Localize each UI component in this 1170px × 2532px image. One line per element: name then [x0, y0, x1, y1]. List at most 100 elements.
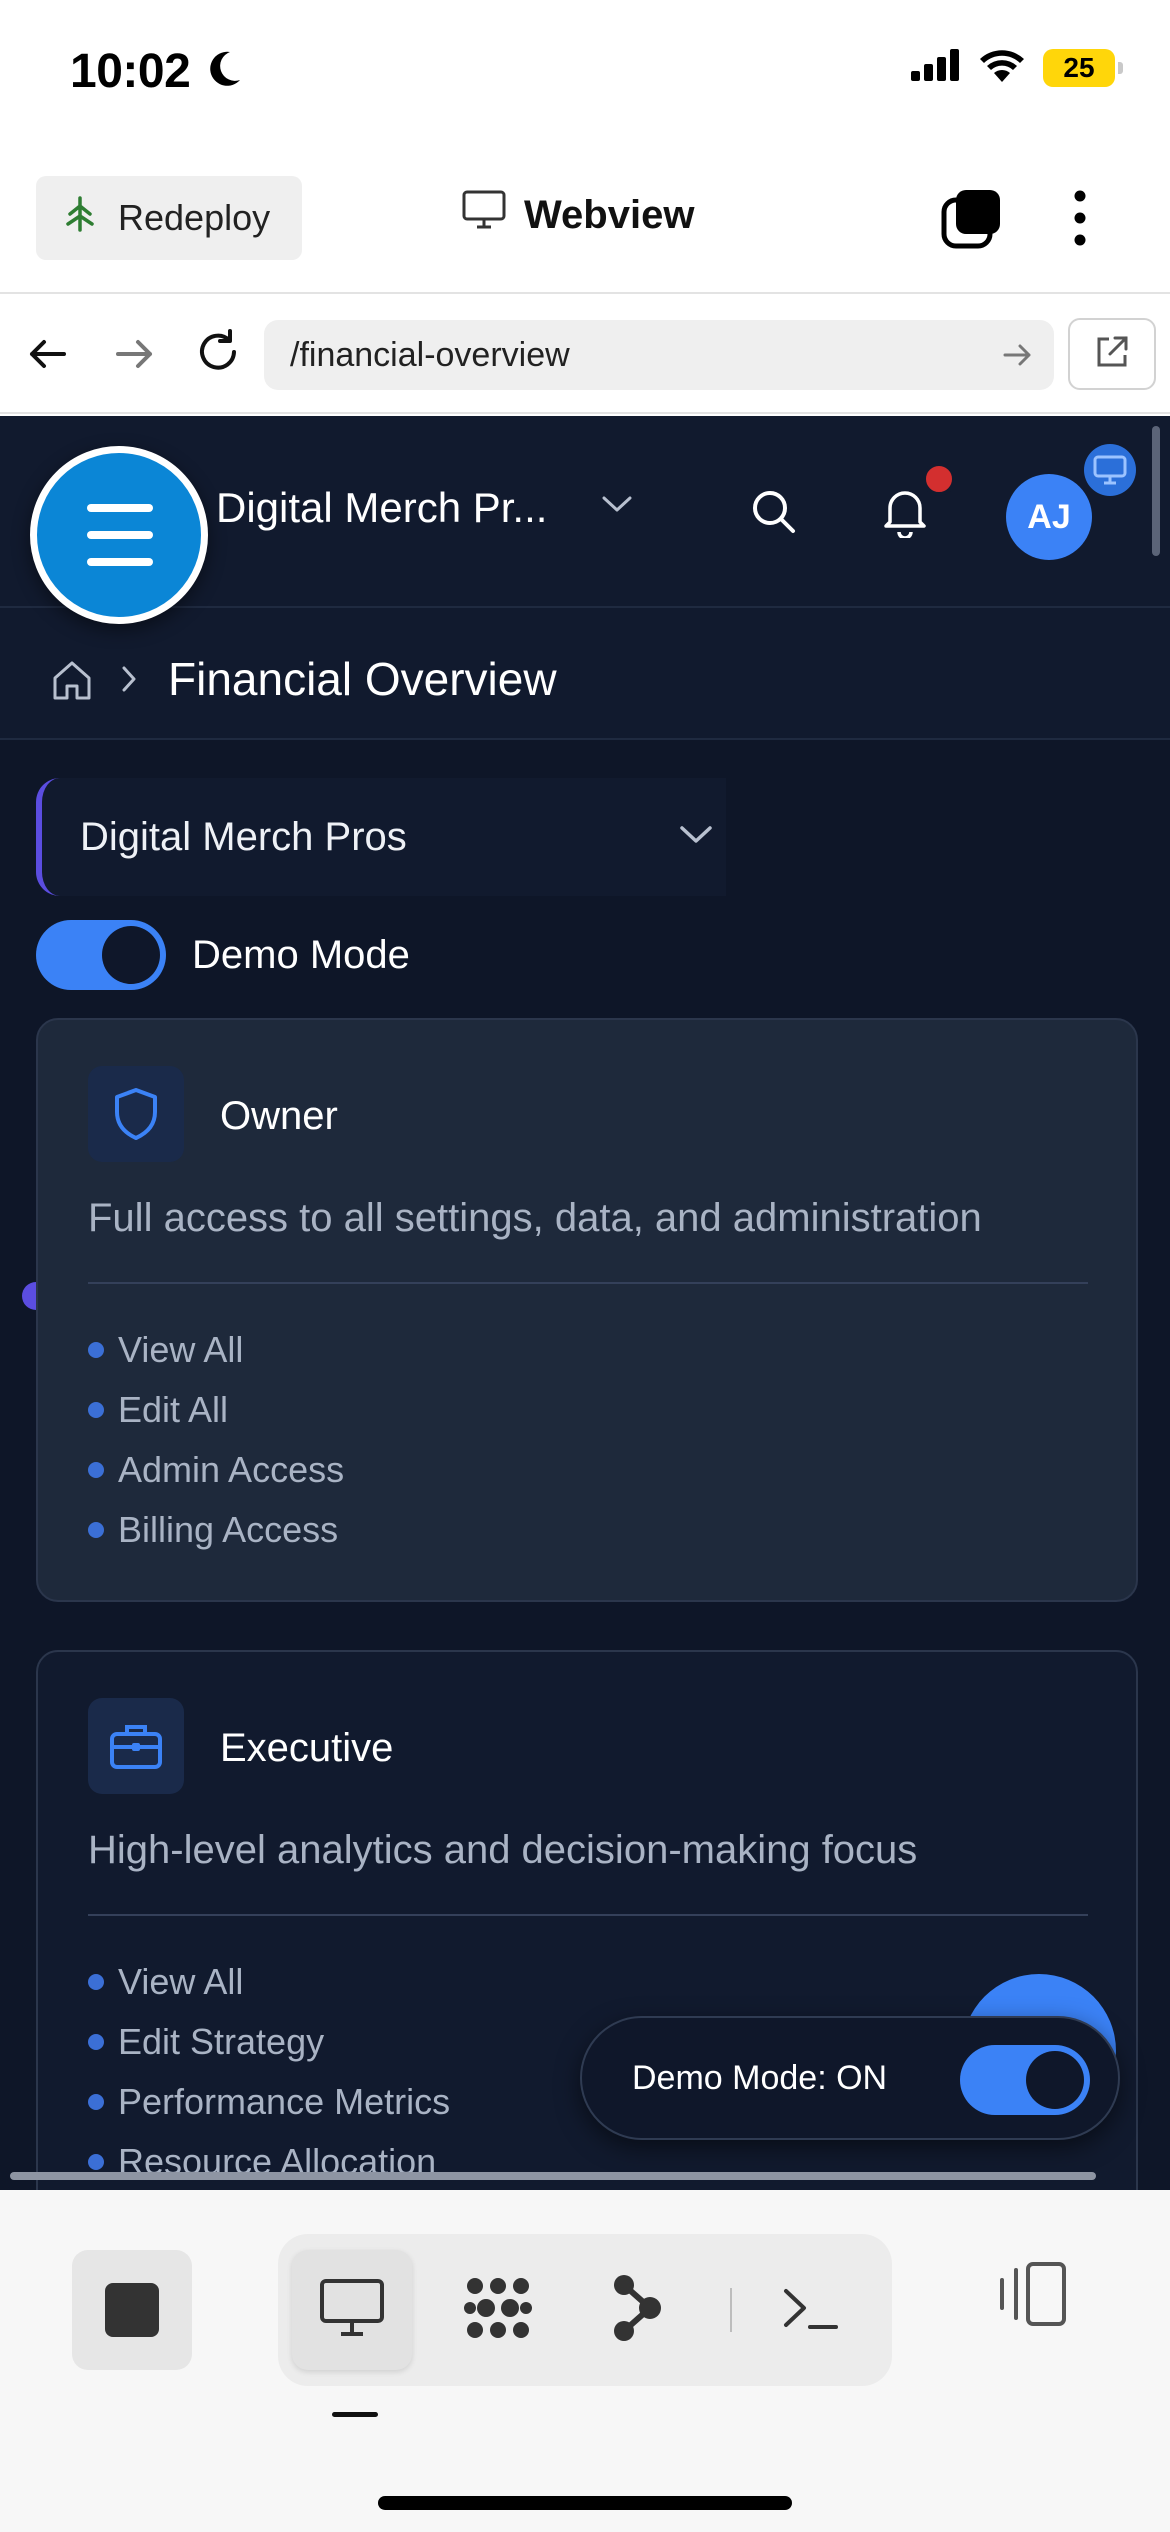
divider — [88, 1914, 1088, 1916]
bullet — [88, 2034, 104, 2050]
bottom-dock — [0, 2190, 1170, 2532]
divider — [88, 1282, 1088, 1284]
demo-mode-pill-toggle[interactable] — [960, 2045, 1090, 2115]
monitor-icon — [319, 2278, 385, 2343]
redeploy-label: Redeploy — [118, 197, 271, 238]
agents-tab[interactable] — [438, 2250, 558, 2370]
page-title: Financial Overview — [168, 653, 557, 705]
chevron-down-icon[interactable] — [676, 820, 716, 853]
permission-label: Edit All — [118, 1389, 229, 1430]
demo-mode-label: Demo Mode — [192, 932, 410, 977]
permission-label: View All — [118, 1329, 244, 1370]
menu-button[interactable] — [30, 446, 208, 624]
tree-icon — [64, 195, 96, 241]
back-arrow-icon[interactable] — [24, 330, 72, 383]
go-arrow-icon[interactable] — [1000, 338, 1034, 381]
signal-icon — [911, 49, 961, 86]
wifi-icon — [979, 48, 1025, 87]
forward-arrow-icon[interactable] — [110, 330, 158, 383]
demo-mode-row: Demo Mode — [36, 920, 410, 990]
bullet — [88, 2154, 104, 2170]
demo-mode-toggle[interactable] — [36, 920, 166, 990]
status-indicators: 25 — [911, 48, 1123, 87]
terminal-icon — [780, 2283, 840, 2338]
moon-icon — [208, 50, 242, 93]
webview-tab[interactable] — [292, 2250, 412, 2370]
branch-tab[interactable] — [578, 2250, 698, 2370]
notification-badge — [922, 462, 956, 496]
permission-label: Admin Access — [118, 1449, 345, 1490]
url-bar: /financial-overview — [0, 296, 1170, 414]
chevron-right-icon — [118, 664, 140, 699]
shield-icon — [88, 1066, 184, 1162]
webview-title-text: Webview — [524, 192, 695, 237]
breadcrumb: Financial Overview — [0, 608, 1170, 740]
avatar[interactable]: AJ — [1006, 474, 1092, 560]
webview-content: Digital Merch Pr... AJ Financial Overvie… — [0, 416, 1170, 2190]
list-item: Edit All — [88, 1380, 344, 1440]
permission-label: Edit Strategy — [118, 2021, 325, 2062]
external-link-icon — [1093, 333, 1131, 376]
home-indicator — [378, 2496, 792, 2510]
reload-icon[interactable] — [192, 326, 244, 383]
tabs-icon[interactable] — [940, 186, 1004, 255]
terminal-tab[interactable] — [750, 2250, 870, 2370]
more-options-icon[interactable] — [1068, 186, 1092, 255]
bullet — [88, 1522, 104, 1538]
url-text: /financial-overview — [290, 335, 570, 374]
stop-button[interactable] — [72, 2250, 192, 2370]
role-card-owner[interactable]: Owner Full access to all settings, data,… — [36, 1018, 1138, 1602]
role-description: High-level analytics and decision-making… — [88, 1828, 918, 1872]
search-icon[interactable] — [748, 486, 800, 543]
bullet — [88, 1462, 104, 1478]
toggle-knob — [102, 926, 160, 984]
toggle-knob — [1026, 2051, 1084, 2109]
bullet — [88, 1974, 104, 1990]
monitor-icon — [462, 190, 506, 240]
bullet — [88, 1402, 104, 1418]
notification-bell-icon[interactable] — [880, 484, 930, 543]
demo-mode-pill-label: Demo Mode: ON — [632, 2058, 888, 2097]
app-header: Redeploy Webview — [0, 150, 1170, 294]
briefcase-icon — [88, 1698, 184, 1794]
permission-label: Performance Metrics — [118, 2081, 451, 2122]
permission-list: View All Edit All Admin Access Billing A… — [88, 1320, 344, 1560]
status-bar: 10:02 25 — [0, 0, 1170, 150]
list-item: Billing Access — [88, 1500, 344, 1560]
bullet — [88, 1342, 104, 1358]
home-icon[interactable] — [50, 658, 94, 707]
divider — [730, 2288, 732, 2332]
chevron-down-icon[interactable] — [600, 492, 634, 521]
role-title: Owner — [220, 1094, 338, 1138]
list-item: Admin Access — [88, 1440, 344, 1500]
horizontal-scrollbar[interactable] — [10, 2172, 1096, 2180]
open-external-button[interactable] — [1068, 318, 1156, 390]
bullet — [88, 2094, 104, 2110]
redeploy-button[interactable]: Redeploy — [36, 176, 302, 260]
organization-select-value: Digital Merch Pros — [80, 814, 407, 859]
list-item: View All — [88, 1320, 344, 1380]
view-switcher — [278, 2234, 892, 2386]
stop-icon — [105, 2283, 159, 2337]
list-item: Resource Allocation — [88, 2132, 450, 2190]
battery-indicator: 25 — [1043, 48, 1123, 87]
nodes-grid-icon — [461, 2273, 535, 2348]
active-tab-indicator — [332, 2412, 378, 2417]
url-input[interactable]: /financial-overview — [264, 320, 1054, 390]
vertical-scrollbar[interactable] — [1152, 426, 1160, 556]
screen-monitor-icon[interactable] — [1084, 444, 1136, 496]
list-item: Performance Metrics — [88, 2072, 450, 2132]
role-description: Full access to all settings, data, and a… — [88, 1196, 982, 1240]
role-title: Executive — [220, 1726, 394, 1770]
org-name[interactable]: Digital Merch Pr... — [216, 484, 547, 532]
demo-mode-pill[interactable]: Demo Mode: ON — [580, 2016, 1120, 2140]
permission-label: View All — [118, 1961, 244, 2002]
permission-list: View All Edit Strategy Performance Metri… — [88, 1952, 450, 2190]
split-view-icon[interactable] — [994, 2254, 1070, 2339]
battery-level: 25 — [1063, 51, 1095, 83]
permission-label: Billing Access — [118, 1509, 339, 1550]
list-item: Edit Strategy — [88, 2012, 450, 2072]
status-time: 10:02 — [70, 45, 191, 98]
organization-select[interactable]: Digital Merch Pros — [36, 778, 726, 896]
list-item: View All — [88, 1952, 450, 2012]
